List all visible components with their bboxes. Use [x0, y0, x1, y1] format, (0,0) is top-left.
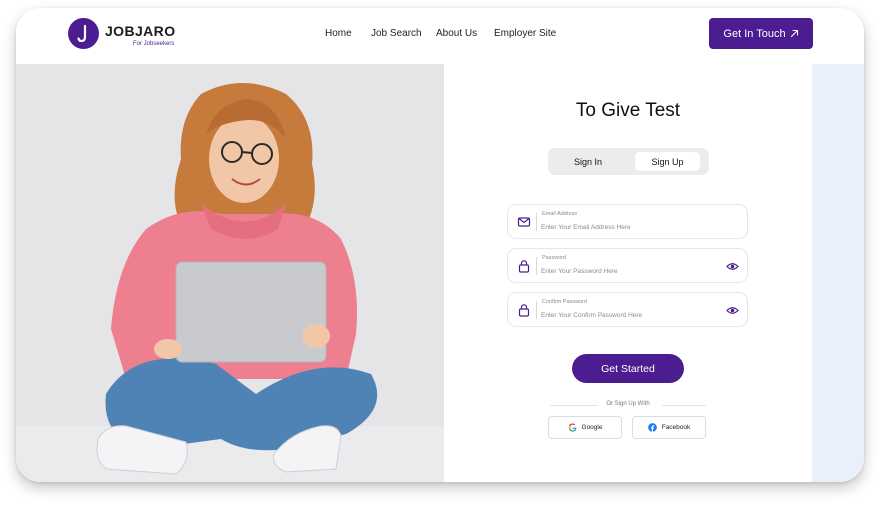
google-icon	[568, 423, 576, 432]
app-frame: JOBJARO For Jobseekers Home Job Search A…	[16, 8, 864, 482]
get-in-touch-button[interactable]: Get In Touch	[709, 18, 813, 49]
arrow-up-right-icon	[790, 29, 798, 38]
side-panel	[812, 64, 864, 482]
field-divider	[536, 301, 537, 319]
email-input[interactable]	[541, 222, 721, 233]
or-sign-up-with: Or Sign Up With	[606, 401, 650, 407]
google-button[interactable]: Google	[548, 416, 622, 439]
nav-item-about-us[interactable]: About Us	[436, 28, 477, 39]
signup-panel: To Give Test Sign In Sign Up Email Addre…	[444, 64, 812, 482]
header: JOBJARO For Jobseekers Home Job Search A…	[16, 8, 864, 64]
tab-sign-up[interactable]: Sign Up	[635, 152, 700, 171]
facebook-icon	[647, 423, 657, 432]
lock-icon	[518, 304, 530, 317]
password-input[interactable]	[541, 266, 721, 277]
nav-item-job-search[interactable]: Job Search	[371, 28, 422, 39]
facebook-label: Facebook	[661, 424, 691, 431]
password-field: Password	[507, 248, 748, 283]
confirm-password-label: Confirm Password	[542, 299, 587, 305]
email-field: Email Address	[507, 204, 748, 239]
lock-icon	[518, 260, 530, 273]
field-divider	[536, 213, 537, 231]
auth-toggle: Sign In Sign Up	[548, 148, 709, 175]
password-label: Password	[542, 255, 567, 261]
email-label: Email Address	[542, 211, 578, 217]
mail-icon	[517, 217, 531, 227]
hero-photo	[16, 64, 444, 482]
nav-item-home[interactable]: Home	[325, 28, 352, 39]
confirm-password-field: Confirm Password	[507, 292, 748, 327]
get-started-button[interactable]: Get Started	[572, 354, 684, 383]
nav-item-employer-site[interactable]: Employer Site	[494, 28, 556, 39]
eye-icon[interactable]	[726, 260, 739, 273]
field-divider	[536, 257, 537, 275]
google-label: Google	[581, 424, 603, 431]
brand-tagline: For Jobseekers	[133, 41, 175, 47]
brand-name[interactable]: JOBJARO	[105, 23, 175, 39]
facebook-button[interactable]: Facebook	[632, 416, 706, 439]
divider-line-right	[662, 405, 706, 406]
eye-icon[interactable]	[726, 304, 739, 317]
get-in-touch-label: Get In Touch	[723, 27, 786, 40]
confirm-password-input[interactable]	[541, 310, 721, 321]
logo-icon[interactable]	[68, 18, 99, 49]
tab-sign-in[interactable]: Sign In	[554, 152, 622, 171]
form-title: To Give Test	[575, 100, 681, 121]
